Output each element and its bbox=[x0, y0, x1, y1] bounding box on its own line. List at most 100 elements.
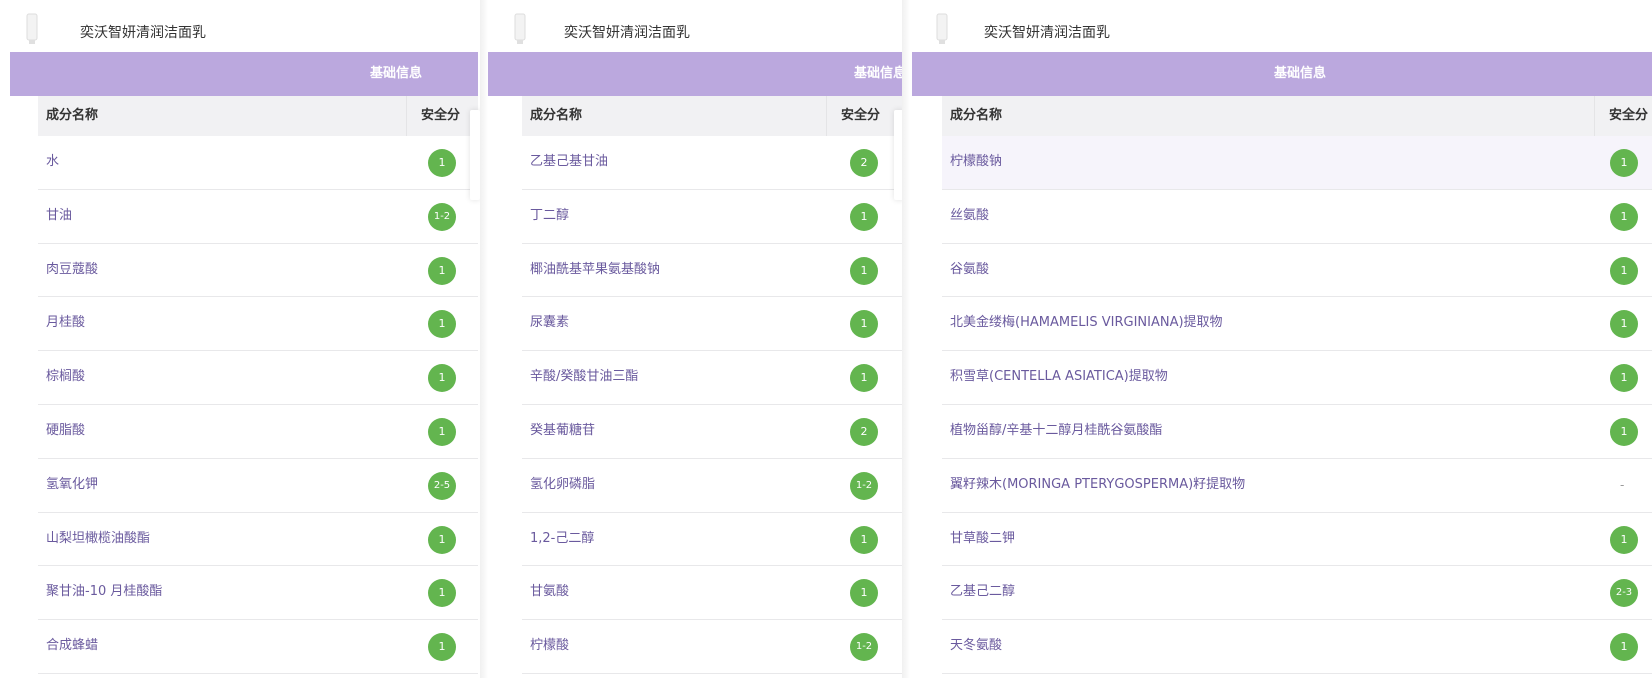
panel-divider bbox=[480, 0, 488, 678]
product-thumbnail bbox=[514, 13, 526, 44]
table-row[interactable]: 柠檬酸 1-2 bbox=[522, 620, 902, 674]
table-row[interactable]: 积雪草(CENTELLA ASIATICA)提取物 1 bbox=[942, 351, 1652, 405]
product-name: 奕沃智妍清润洁面乳 bbox=[80, 25, 206, 41]
safety-score-badge: 1 bbox=[850, 310, 878, 339]
ingredient-table: 成分名称 安全分 柠檬酸钠 1 丝氨酸 1 谷氨酸 1 北美金缕梅(HAMAMELIS VI… bbox=[942, 96, 1652, 674]
ingredient-name[interactable]: 柠檬酸 bbox=[530, 620, 569, 672]
ingredient-name[interactable]: 肉豆蔻酸 bbox=[46, 244, 98, 296]
product-thumbnail bbox=[26, 13, 38, 44]
table-row[interactable]: 甘草酸二钾 1 bbox=[942, 513, 1652, 567]
ingredient-name[interactable]: 甘氨酸 bbox=[530, 566, 569, 618]
safety-score-badge: 1 bbox=[428, 633, 456, 662]
table-row[interactable]: 翼籽辣木(MORINGA PTERYGOSPERMA)籽提取物 - bbox=[942, 459, 1652, 513]
col-score-cell: 安全分 bbox=[1594, 96, 1652, 136]
scroll-handle[interactable] bbox=[470, 110, 480, 200]
safety-score-badge: 1 bbox=[850, 256, 878, 285]
table-row[interactable]: 硬脂酸 1 bbox=[38, 405, 478, 459]
col-score-cell: 安全分 bbox=[826, 96, 902, 136]
table-row[interactable]: 氢氧化钾 2-5 bbox=[38, 459, 478, 513]
ingredient-name[interactable]: 棕榈酸 bbox=[46, 351, 85, 403]
table-row[interactable]: 水1 bbox=[38, 136, 478, 190]
ingredient-name[interactable]: 合成蜂蜡 bbox=[46, 620, 98, 672]
product-name: 奕沃智妍清润洁面乳 bbox=[984, 25, 1110, 41]
ingredient-name[interactable]: 椰油酰基苹果氨基酸钠 bbox=[530, 244, 660, 296]
ingredient-name[interactable]: 翼籽辣木(MORINGA PTERYGOSPERMA)籽提取物 bbox=[950, 459, 1245, 511]
table-row[interactable]: 天冬氨酸 1 bbox=[942, 620, 1652, 674]
safety-score-badge: 1 bbox=[428, 417, 456, 446]
table-row[interactable]: 北美金缕梅(HAMAMELIS VIRGINIANA)提取物 1 bbox=[942, 297, 1652, 352]
table-row[interactable]: 月桂酸 1 bbox=[38, 297, 478, 352]
safety-score-badge: 1 bbox=[428, 149, 456, 177]
table-row[interactable]: 柠檬酸钠 1 bbox=[942, 136, 1652, 190]
safety-score-badge: 2-5 bbox=[428, 471, 456, 500]
ingredient-name[interactable]: 氢氧化钾 bbox=[46, 459, 98, 511]
table-row[interactable]: 肉豆蔻酸 1 bbox=[38, 244, 478, 298]
scroll-handle[interactable] bbox=[894, 110, 902, 200]
col-safety-score: 安全分 bbox=[841, 108, 881, 123]
ingredient-name[interactable]: 丝氨酸 bbox=[950, 190, 989, 242]
ingredient-name[interactable]: 尿囊素 bbox=[530, 297, 569, 349]
safety-score-badge: 2 bbox=[850, 417, 878, 446]
ingredient-name[interactable]: 聚甘油-10 月桂酸酯 bbox=[46, 566, 162, 618]
section-banner: 基础信息 bbox=[912, 52, 1652, 96]
ingredient-name[interactable]: 山梨坦橄榄油酸酯 bbox=[46, 513, 150, 565]
ingredient-name[interactable]: 辛酸/癸酸甘油三酯 bbox=[530, 351, 638, 403]
ingredient-name[interactable]: 谷氨酸 bbox=[950, 244, 989, 296]
ingredient-name[interactable]: 天冬氨酸 bbox=[950, 620, 1002, 672]
table-row[interactable]: 1,2-己二醇 1 bbox=[522, 513, 902, 567]
ingredient-name[interactable]: 水 bbox=[46, 136, 59, 188]
safety-score-badge: 1 bbox=[428, 256, 456, 285]
table-row[interactable]: 椰油酰基苹果氨基酸钠 1 bbox=[522, 244, 902, 298]
ingredient-name[interactable]: 甘草酸二钾 bbox=[950, 513, 1015, 565]
section-banner: 基础信息 bbox=[488, 52, 902, 96]
table-row[interactable]: 甘油 1-2 bbox=[38, 190, 478, 244]
safety-score-badge: 1 bbox=[428, 525, 456, 554]
ingredient-name[interactable]: 氢化卵磷脂 bbox=[530, 459, 595, 511]
table-row[interactable]: 乙基己基甘油 2 bbox=[522, 136, 902, 190]
ingredient-name[interactable]: 丁二醇 bbox=[530, 190, 569, 242]
safety-score-badge: 1 bbox=[850, 364, 878, 393]
table-row[interactable]: 聚甘油-10 月桂酸酯 1 bbox=[38, 566, 478, 621]
col-ingredient-name: 成分名称 bbox=[950, 108, 1003, 123]
table-row[interactable]: 植物甾醇/辛基十二醇月桂酰谷氨酸酯 1 bbox=[942, 405, 1652, 459]
table-row[interactable]: 尿囊素 1 bbox=[522, 297, 902, 352]
ingredient-name[interactable]: 北美金缕梅(HAMAMELIS VIRGINIANA)提取物 bbox=[950, 297, 1223, 349]
product-header: 奕沃智妍清润洁面乳 bbox=[0, 0, 480, 52]
section-title: 基础信息 bbox=[1274, 66, 1327, 81]
ingredient-name[interactable]: 乙基己二醇 bbox=[950, 566, 1015, 618]
safety-score-badge: 1 bbox=[1610, 525, 1638, 554]
table-row[interactable]: 丁二醇 1 bbox=[522, 190, 902, 244]
ingredient-name[interactable]: 乙基己基甘油 bbox=[530, 136, 608, 188]
table-row[interactable]: 棕榈酸 1 bbox=[38, 351, 478, 405]
table-row[interactable]: 癸基葡糖苷 2 bbox=[522, 405, 902, 459]
table-row[interactable]: 合成蜂蜡 1 bbox=[38, 620, 478, 674]
product-header: 奕沃智妍清润洁面乳 bbox=[488, 0, 902, 52]
table-row[interactable]: 氢化卵磷脂 1-2 bbox=[522, 459, 902, 513]
safety-score-badge: 1 bbox=[850, 525, 878, 554]
safety-score-badge: 1 bbox=[850, 202, 878, 231]
safety-score-badge: 1 bbox=[1610, 149, 1638, 177]
ingredient-name[interactable]: 积雪草(CENTELLA ASIATICA)提取物 bbox=[950, 351, 1168, 403]
table-row[interactable]: 甘氨酸 1 bbox=[522, 566, 902, 621]
safety-score-badge: 1 bbox=[1610, 417, 1638, 446]
table-row[interactable]: 丝氨酸 1 bbox=[942, 190, 1652, 244]
panel-divider bbox=[902, 0, 910, 678]
section-title: 基础信息 bbox=[370, 66, 423, 81]
section-banner: 基础信息 bbox=[10, 52, 478, 96]
ingredient-name[interactable]: 1,2-己二醇 bbox=[530, 513, 594, 565]
ingredient-name[interactable]: 植物甾醇/辛基十二醇月桂酰谷氨酸酯 bbox=[950, 405, 1162, 457]
ingredient-name[interactable]: 硬脂酸 bbox=[46, 405, 85, 457]
safety-score-badge: 1 bbox=[1610, 364, 1638, 393]
ingredient-name[interactable]: 月桂酸 bbox=[46, 297, 85, 349]
ingredient-name[interactable]: 柠檬酸钠 bbox=[950, 136, 1002, 188]
table-row[interactable]: 乙基己二醇 2-3 bbox=[942, 566, 1652, 621]
table-row[interactable]: 辛酸/癸酸甘油三酯 1 bbox=[522, 351, 902, 405]
ingredient-name[interactable]: 甘油 bbox=[46, 190, 72, 242]
safety-score-badge: 1 bbox=[428, 310, 456, 339]
section-title: 基础信息 bbox=[854, 66, 902, 81]
product-header: 奕沃智妍清润洁面乳 bbox=[910, 0, 1652, 52]
ingredient-name[interactable]: 癸基葡糖苷 bbox=[530, 405, 595, 457]
table-row[interactable]: 谷氨酸 1 bbox=[942, 244, 1652, 298]
table-row[interactable]: 山梨坦橄榄油酸酯 1 bbox=[38, 513, 478, 567]
ingredient-table: 成分名称 安全分 乙基己基甘油 2 丁二醇 1 椰油酰基苹果氨基酸钠 1 尿囊素 1 辛酸/癸酸… bbox=[522, 96, 902, 674]
